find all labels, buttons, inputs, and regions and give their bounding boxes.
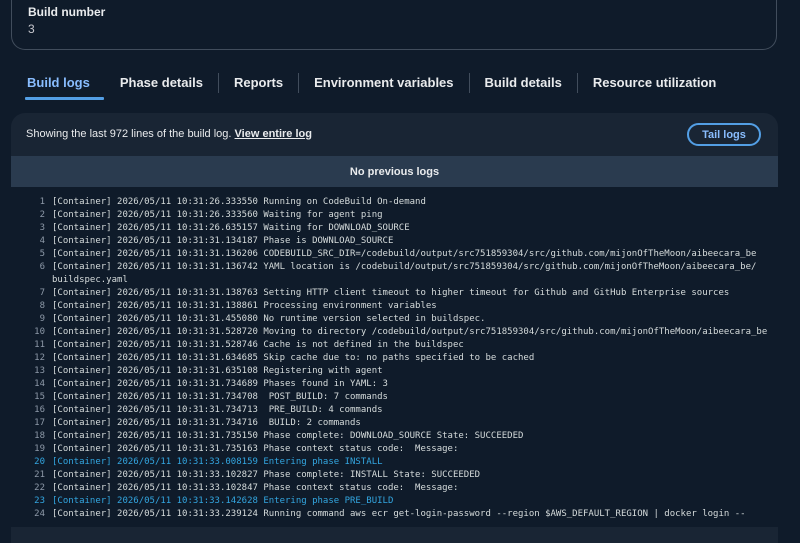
log-line-number: 12 [34, 353, 45, 363]
tab-reports[interactable]: Reports [234, 68, 283, 93]
log-line-number: 15 [34, 392, 45, 402]
tab-environment-variables[interactable]: Environment variables [314, 68, 453, 93]
log-line-number: 11 [34, 340, 45, 350]
log-line: 10 [Container] 2026/05/11 10:31:31.528720… [11, 326, 778, 339]
tab-bar: Build logs Phase details Reports Environ… [12, 68, 716, 100]
log-line-number: 13 [34, 366, 45, 376]
tab-divider [298, 73, 300, 93]
log-line-number: 5 [39, 249, 45, 259]
log-line: 21 [Container] 2026/05/11 10:31:33.102827… [11, 469, 778, 482]
log-line-number: 9 [39, 314, 45, 324]
log-line-text: [Container] 2026/05/11 10:31:33.008159 E… [52, 457, 383, 467]
log-line-number: 8 [39, 301, 45, 311]
log-line: 6 [Container] 2026/05/11 10:31:31.136742 … [11, 261, 778, 274]
log-line-text: [Container] 2026/05/11 10:31:31.735163 P… [52, 444, 459, 454]
log-line-text: [Container] 2026/05/11 10:31:31.734708 P… [52, 392, 388, 402]
log-line-text: [Container] 2026/05/11 10:31:31.734716 B… [52, 418, 361, 428]
log-line: 7 [Container] 2026/05/11 10:31:31.138763 … [11, 287, 778, 300]
build-number-value: 3 [28, 22, 35, 36]
log-line-text: [Container] 2026/05/11 10:31:31.734689 P… [52, 379, 388, 389]
log-line-number: 19 [34, 444, 45, 454]
log-line: 22 [Container] 2026/05/11 10:31:33.102847… [11, 482, 778, 495]
log-line-number: 1 [39, 197, 45, 207]
no-previous-logs-bar: No previous logs [11, 156, 778, 187]
log-line-number: 4 [39, 236, 45, 246]
log-lines: 1 [Container] 2026/05/11 10:31:26.333550 … [11, 196, 778, 521]
tab-phase-details[interactable]: Phase details [120, 68, 203, 93]
log-line-text: [Container] 2026/05/11 10:31:31.634685 S… [52, 353, 535, 363]
log-output[interactable]: 1 [Container] 2026/05/11 10:31:26.333550 … [11, 187, 778, 527]
log-line-number [11, 274, 52, 287]
log-line-number: 24 [34, 509, 45, 519]
view-entire-log-link[interactable]: View entire log [235, 128, 312, 140]
log-line-text: [Container] 2026/05/11 10:31:31.138763 S… [52, 288, 730, 298]
log-line-text: [Container] 2026/05/11 10:31:33.239124 R… [52, 509, 746, 519]
log-line-number: 2 [39, 210, 45, 220]
tab-build-details[interactable]: Build details [485, 68, 562, 93]
log-line-text: [Container] 2026/05/11 10:31:31.134187 P… [52, 236, 394, 246]
log-line-text: [Container] 2026/05/11 10:31:26.333560 W… [52, 210, 383, 220]
tab-resource-utilization[interactable]: Resource utilization [593, 68, 717, 93]
log-line: 3 [Container] 2026/05/11 10:31:26.635157 … [11, 222, 778, 235]
log-line-text: [Container] 2026/05/11 10:31:31.136206 C… [52, 249, 757, 259]
log-line: 24 [Container] 2026/05/11 10:31:33.239124… [11, 508, 778, 521]
log-line-number: 21 [34, 470, 45, 480]
log-line-number: 7 [39, 288, 45, 298]
log-line-text: [Container] 2026/05/11 10:31:31.735150 P… [52, 431, 524, 441]
log-line: 15 [Container] 2026/05/11 10:31:31.734708… [11, 391, 778, 404]
log-info-text: Showing the last 972 lines of the build … [26, 128, 312, 140]
log-line-text: [Container] 2026/05/11 10:31:33.142628 E… [52, 496, 394, 506]
tab-build-logs[interactable]: Build logs [25, 68, 104, 100]
log-line-number: 6 [39, 262, 45, 272]
tab-divider [468, 73, 470, 93]
tab-divider [217, 73, 219, 93]
log-line-text: [Container] 2026/05/11 10:31:31.734713 P… [52, 405, 383, 415]
log-line-text: [Container] 2026/05/11 10:31:31.528720 M… [52, 327, 768, 337]
log-line-number: 10 [34, 327, 45, 337]
log-line: 12 [Container] 2026/05/11 10:31:31.634685… [11, 352, 778, 365]
log-line: 4 [Container] 2026/05/11 10:31:31.134187 … [11, 235, 778, 248]
log-line: 18 [Container] 2026/05/11 10:31:31.735150… [11, 430, 778, 443]
log-line: 19 [Container] 2026/05/11 10:31:31.735163… [11, 443, 778, 456]
build-number-label: Build number [28, 5, 106, 19]
log-line-number: 18 [34, 431, 45, 441]
log-line-number: 3 [39, 223, 45, 233]
log-line-text: [Container] 2026/05/11 10:31:31.455080 N… [52, 314, 486, 324]
log-line-text: [Container] 2026/05/11 10:31:26.333550 R… [52, 197, 426, 207]
log-info-prefix: Showing the last 972 lines of the build … [26, 128, 235, 140]
log-line-number: 17 [34, 418, 45, 428]
log-line-text: [Container] 2026/05/11 10:31:33.102847 P… [52, 483, 459, 493]
log-line: 9 [Container] 2026/05/11 10:31:31.455080 … [11, 313, 778, 326]
log-line: 14 [Container] 2026/05/11 10:31:31.734689… [11, 378, 778, 391]
tail-logs-button[interactable]: Tail logs [687, 123, 761, 146]
log-line-text: [Container] 2026/05/11 10:31:31.138861 P… [52, 301, 437, 311]
log-line-text: buildspec.yaml [52, 275, 128, 285]
log-line-number: 16 [34, 405, 45, 415]
log-line: 23 [Container] 2026/05/11 10:31:33.142628… [11, 495, 778, 508]
log-line-number: 14 [34, 379, 45, 389]
build-info-card: Build number 3 [11, 0, 777, 50]
log-line-number: 20 [34, 457, 45, 467]
tab-divider [576, 73, 578, 93]
log-line: 16 [Container] 2026/05/11 10:31:31.734713… [11, 404, 778, 417]
log-line: 17 [Container] 2026/05/11 10:31:31.734716… [11, 417, 778, 430]
log-line-number: 23 [34, 496, 45, 506]
log-line-text: [Container] 2026/05/11 10:31:26.635157 W… [52, 223, 410, 233]
log-line-number: 22 [34, 483, 45, 493]
log-line-text: [Container] 2026/05/11 10:31:31.635108 R… [52, 366, 383, 376]
log-line-text: [Container] 2026/05/11 10:31:31.136742 Y… [52, 262, 757, 272]
log-line-text: [Container] 2026/05/11 10:31:33.102827 P… [52, 470, 481, 480]
log-line: 1 [Container] 2026/05/11 10:31:26.333550 … [11, 196, 778, 209]
log-line: 8 [Container] 2026/05/11 10:31:31.138861 … [11, 300, 778, 313]
log-line: 5 [Container] 2026/05/11 10:31:31.136206 … [11, 248, 778, 261]
log-line: 11 [Container] 2026/05/11 10:31:31.528746… [11, 339, 778, 352]
build-log-panel: Showing the last 972 lines of the build … [11, 113, 778, 543]
log-line: 13 [Container] 2026/05/11 10:31:31.635108… [11, 365, 778, 378]
log-line: buildspec.yaml [11, 274, 778, 287]
log-line: 2 [Container] 2026/05/11 10:31:26.333560 … [11, 209, 778, 222]
log-line: 20 [Container] 2026/05/11 10:31:33.008159… [11, 456, 778, 469]
log-line-text: [Container] 2026/05/11 10:31:31.528746 C… [52, 340, 464, 350]
